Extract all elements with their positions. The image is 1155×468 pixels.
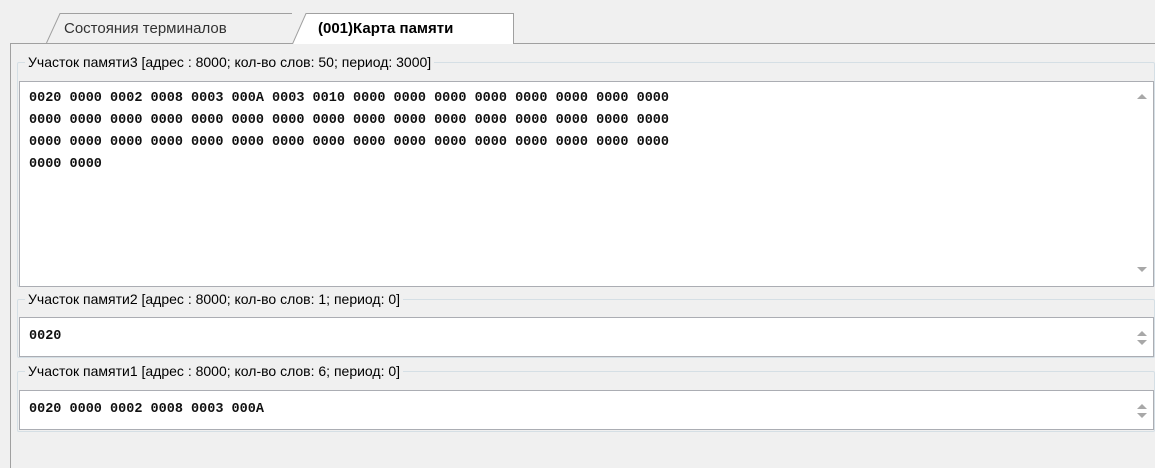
memory-dump-text: 0020 0000 0002 0008 0003 000A — [29, 402, 264, 417]
group-title: Участок памяти1 [адрес : 8000; кол-во сл… — [25, 362, 404, 380]
group-title: Участок памяти2 [адрес : 8000; кол-во сл… — [25, 290, 404, 308]
memory-dump-text: 0020 0000 0002 0008 0003 000A 0003 0010 … — [29, 91, 670, 172]
vertical-scrollbar[interactable] — [1131, 318, 1153, 356]
memory-section-1: Участок памяти1 [адрес : 8000; кол-во сл… — [17, 362, 1155, 432]
scroll-up-icon[interactable] — [1137, 404, 1147, 409]
memory-dump-field[interactable]: 0020 — [19, 317, 1154, 357]
tab-memory-map[interactable]: (001)Карта памяти — [292, 13, 514, 44]
memory-map-panel: Участок памяти3 [адрес : 8000; кол-во сл… — [10, 43, 1155, 468]
scroll-down-icon[interactable] — [1137, 267, 1147, 272]
tab-strip: Состояния терминалов (001)Карта памяти — [0, 0, 1155, 44]
memory-dump-field[interactable]: 0020 0000 0002 0008 0003 000A — [19, 390, 1154, 430]
tab-terminal-states[interactable]: Состояния терминалов — [46, 13, 308, 43]
memory-section-2: Участок памяти2 [адрес : 8000; кол-во сл… — [17, 290, 1155, 358]
memory-section-3: Участок памяти3 [адрес : 8000; кол-во сл… — [17, 53, 1155, 287]
group-title: Участок памяти3 [адрес : 8000; кол-во сл… — [25, 53, 435, 71]
scroll-down-icon[interactable] — [1137, 340, 1147, 345]
vertical-scrollbar[interactable] — [1131, 82, 1153, 286]
scroll-up-icon[interactable] — [1137, 331, 1147, 336]
tab-label: (001)Карта памяти — [318, 20, 454, 37]
memory-dump-text: 0020 — [29, 329, 62, 344]
tab-label: Состояния терминалов — [64, 20, 227, 37]
scroll-down-icon[interactable] — [1137, 413, 1147, 418]
scroll-up-icon[interactable] — [1137, 94, 1147, 99]
memory-dump-field[interactable]: 0020 0000 0002 0008 0003 000A 0003 0010 … — [19, 81, 1154, 287]
vertical-scrollbar[interactable] — [1131, 391, 1153, 429]
